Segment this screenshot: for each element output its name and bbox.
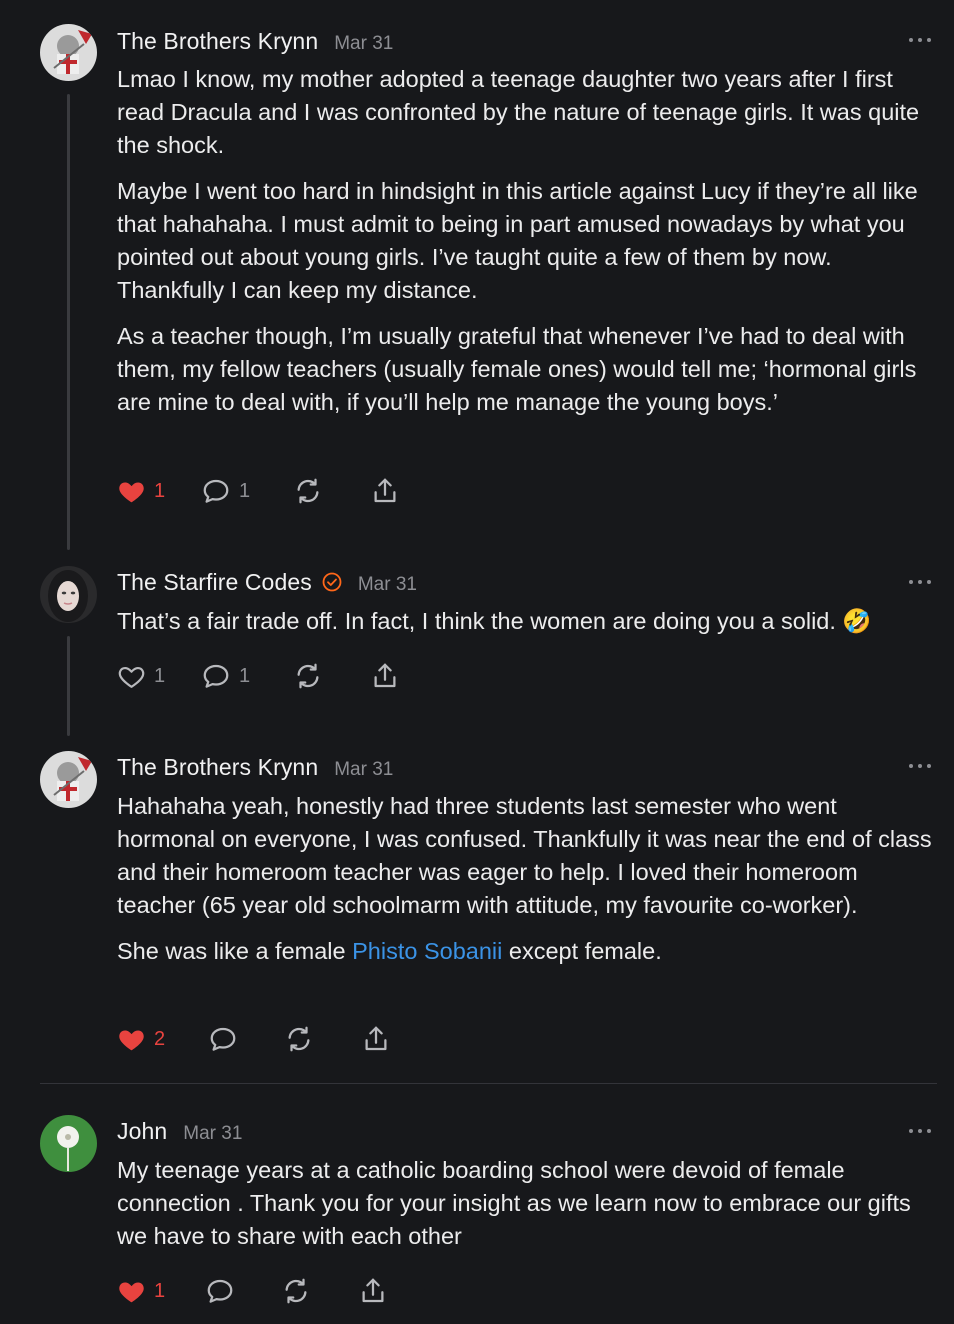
share-button[interactable] — [370, 660, 400, 692]
restack-button[interactable] — [284, 1023, 314, 1055]
restack-icon — [293, 661, 323, 691]
reply-count: 1 — [239, 479, 251, 502]
comment-paragraph: As a teacher though, I’m usually gratefu… — [117, 323, 917, 415]
like-button[interactable]: 1 — [117, 475, 165, 507]
mention-link[interactable]: Phisto Sobanii — [352, 938, 502, 964]
comment-paragraph: My teenage years at a catholic boarding … — [117, 1157, 911, 1249]
thread-line — [67, 94, 70, 550]
more-options-icon[interactable] — [909, 764, 931, 770]
knight-avatar[interactable] — [40, 24, 97, 81]
share-icon — [370, 661, 400, 691]
comment-date[interactable]: Mar 31 — [358, 574, 417, 596]
thread-line — [67, 636, 70, 736]
woman-portrait-avatar[interactable] — [40, 566, 97, 623]
restack-icon — [293, 476, 323, 506]
text-span: She was like a female — [117, 938, 353, 964]
comment-paragraph: Lmao I know, my mother adopted a teenage… — [117, 66, 920, 158]
restack-icon — [281, 1276, 311, 1306]
comment-header: John Mar 31 — [117, 1118, 242, 1148]
reply-button[interactable]: 1 — [201, 475, 250, 507]
restack-button[interactable] — [281, 1275, 311, 1307]
like-count: 1 — [154, 664, 166, 687]
restack-icon — [284, 1024, 314, 1054]
comment-paragraph: She was like a female Phisto Sobanii exc… — [117, 935, 935, 968]
comment-bubble-icon — [208, 1024, 238, 1054]
comment-bubble-icon — [201, 476, 231, 506]
comment-date[interactable]: Mar 31 — [183, 1123, 242, 1145]
more-options-icon[interactable] — [909, 1129, 931, 1135]
reply-button[interactable] — [208, 1023, 238, 1055]
heart-filled-icon — [117, 477, 146, 506]
heart-filled-icon — [117, 1025, 146, 1054]
author-name[interactable]: John — [117, 1118, 167, 1145]
author-name[interactable]: The Starfire Codes — [117, 569, 312, 596]
dandelion-avatar[interactable] — [40, 1115, 97, 1172]
heart-outline-icon — [117, 662, 146, 691]
comment-header: The Brothers Krynn Mar 31 — [117, 754, 393, 784]
comment-header: The Starfire Codes Mar 31 — [117, 569, 417, 599]
comment-header: The Brothers Krynn Mar 31 — [117, 28, 393, 58]
comment-bubble-icon — [201, 661, 231, 691]
restack-button[interactable] — [293, 475, 323, 507]
share-button[interactable] — [361, 1023, 391, 1055]
share-icon — [370, 476, 400, 506]
comment-body: My teenage years at a catholic boarding … — [117, 1154, 935, 1266]
reply-button[interactable] — [205, 1275, 235, 1307]
like-count: 1 — [154, 479, 166, 502]
comment-bubble-icon — [205, 1276, 235, 1306]
comment-date[interactable]: Mar 31 — [334, 759, 393, 781]
like-count: 2 — [154, 1027, 166, 1050]
knight-avatar[interactable] — [40, 751, 97, 808]
comment-body: Hahahaha yeah, honestly had three studen… — [117, 790, 935, 981]
more-options-icon[interactable] — [909, 580, 931, 586]
comment-paragraph: Maybe I went too hard in hindsight in th… — [117, 178, 918, 303]
share-button[interactable] — [358, 1275, 388, 1307]
share-button[interactable] — [370, 475, 400, 507]
text-span: except female. — [502, 938, 662, 964]
heart-filled-icon — [117, 1277, 146, 1306]
comment-body: Lmao I know, my mother adopted a teenage… — [117, 63, 935, 432]
like-button[interactable]: 2 — [117, 1023, 165, 1055]
restack-button[interactable] — [293, 660, 323, 692]
comment-paragraph: That’s a fair trade off. In fact, I thin… — [117, 608, 872, 634]
author-name[interactable]: The Brothers Krynn — [117, 754, 318, 781]
reply-button[interactable]: 1 — [201, 660, 250, 692]
share-icon — [361, 1024, 391, 1054]
reply-count: 1 — [239, 664, 251, 687]
thread-divider — [40, 1083, 937, 1084]
more-options-icon[interactable] — [909, 38, 931, 44]
share-icon — [358, 1276, 388, 1306]
comment-paragraph: Hahahaha yeah, honestly had three studen… — [117, 793, 932, 918]
comment-body: That’s a fair trade off. In fact, I thin… — [117, 605, 935, 651]
like-button[interactable]: 1 — [117, 660, 165, 692]
author-name[interactable]: The Brothers Krynn — [117, 28, 318, 55]
verified-badge-icon — [322, 572, 342, 592]
like-button[interactable]: 1 — [117, 1275, 165, 1307]
comment-date[interactable]: Mar 31 — [334, 33, 393, 55]
like-count: 1 — [154, 1279, 166, 1302]
